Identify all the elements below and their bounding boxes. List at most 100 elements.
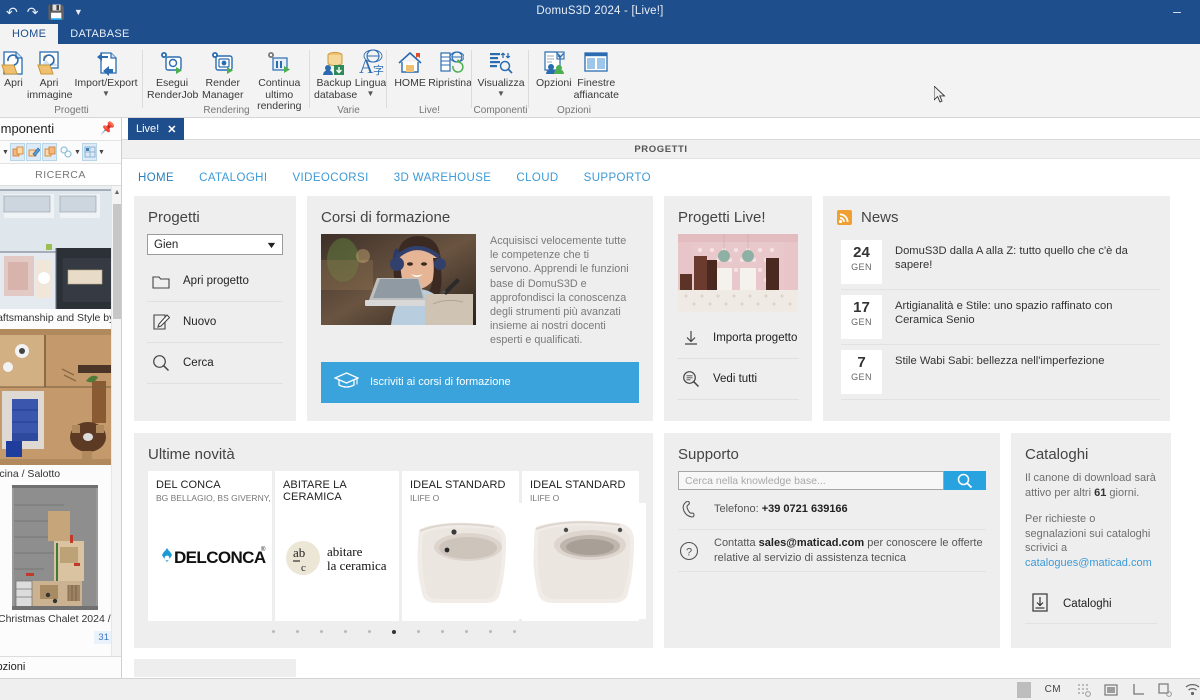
nav-link-cloud[interactable]: CLOUD <box>516 172 558 184</box>
action-nuovo[interactable]: Nuovo <box>147 302 283 343</box>
progetti-actions: Apri progetto Nuovo Cerca <box>147 261 283 384</box>
list-item[interactable]: Christmas Chalet 2024 / Christmas ▼ <box>0 485 121 630</box>
panel-footer-label[interactable]: Opzioni <box>0 661 25 673</box>
news-item[interactable]: 17 GEN Artigianalità e Stile: uno spazio… <box>841 290 1160 345</box>
ribbon-button-visualizza[interactable]: Visualizza ▼ <box>476 46 526 97</box>
news-item[interactable]: 7 GEN Stile Wabi Sabi: bellezza nell'imp… <box>841 345 1160 400</box>
wifi-icon[interactable] <box>1185 683 1200 696</box>
ribbon-button-ripristina[interactable]: Ripristina <box>428 46 472 90</box>
ribbon-button-opzioni[interactable]: Opzioni <box>534 46 574 90</box>
tab-database[interactable]: DATABASE <box>58 24 141 44</box>
dropdown-caret-icon[interactable]: ▼ <box>74 149 81 156</box>
ribbon-button-apri-immagine[interactable]: Apri immagine <box>27 46 73 101</box>
carousel-dot-active[interactable] <box>391 630 396 634</box>
news-month: GEN <box>851 262 872 272</box>
list-item[interactable]: Cucina / Salotto <box>0 329 121 485</box>
ribbon-label: HOME <box>394 77 426 89</box>
panel-scrollbar[interactable]: ▲ ▼ <box>111 186 121 678</box>
product-card[interactable]: ABITARE LA CERAMICA ABC MEDITERRANEA, AE… <box>275 471 399 621</box>
carousel-dot[interactable] <box>488 630 492 633</box>
carousel-dot[interactable] <box>512 630 516 633</box>
snap-grid-icon[interactable] <box>1077 683 1091 697</box>
refresh-component-icon[interactable] <box>58 143 73 161</box>
card-news: News 24 GEN DomuS3D dalla A alla Z: tutt… <box>823 196 1170 421</box>
edit-component-icon[interactable] <box>26 143 41 161</box>
action-apri-progetto[interactable]: Apri progetto <box>147 261 283 302</box>
ribbon-button-home[interactable]: HOME <box>392 46 428 90</box>
contact-text: Per richieste o segnalazioni sui catalog… <box>1025 513 1151 554</box>
components-thumbnail-list: Craftsmanship and Style by Ceramiche <box>0 186 121 678</box>
search-icon <box>151 354 171 372</box>
ribbon-button-continua-rendering[interactable]: Continua ultimo rendering <box>249 46 310 113</box>
product-card[interactable]: IDEAL STANDARD ILIFE O <box>522 471 646 621</box>
ribbon-button-esegui-renderjob[interactable]: Esegui RenderJob <box>147 46 198 101</box>
ortho-icon[interactable] <box>1104 683 1118 697</box>
search-input[interactable] <box>678 471 944 490</box>
axis-icon[interactable] <box>1131 683 1145 697</box>
bidet-photo <box>402 503 526 619</box>
tab-home[interactable]: HOME <box>0 24 59 44</box>
import-export-icon <box>71 48 141 78</box>
duplicate-component-icon[interactable] <box>42 143 57 161</box>
chevron-down-icon[interactable]: ▼ <box>476 89 526 97</box>
cataloghi-email-link[interactable]: catalogues@maticad.com <box>1025 557 1152 569</box>
ribbon-group-progetti: Apri Apri immagine Import/Export ▼ Proge… <box>0 44 143 118</box>
close-icon[interactable]: ✕ <box>167 123 176 136</box>
nav-link-3d-warehouse[interactable]: 3D WAREHOUSE <box>394 172 492 184</box>
dashboard-row-2: Ultime novità DEL CONCA BG BELLAGIO, BS … <box>122 421 1200 648</box>
ribbon-group-label: Progetti <box>54 105 89 116</box>
list-item[interactable]: Craftsmanship and Style by Ceramiche <box>0 186 121 329</box>
chevron-down-icon[interactable]: ▼ <box>354 89 387 97</box>
card-progetti-live: Progetti Live! Importa progetto Vedi tut… <box>664 196 812 421</box>
ribbon-button-finestre-affiancate[interactable]: Finestre affiancate <box>574 46 619 101</box>
carousel-dot[interactable] <box>319 630 323 633</box>
components-search-box[interactable]: RICERCA <box>0 164 121 186</box>
contact-email[interactable]: sales@maticad.com <box>759 537 865 549</box>
ribbon-button-apri[interactable]: Apri <box>0 46 27 90</box>
action-cerca[interactable]: Cerca <box>147 343 283 384</box>
ribbon-button-lingua[interactable]: A 字 Lingua ▼ <box>354 46 387 97</box>
nav-link-supporto[interactable]: SUPPORTO <box>584 172 651 184</box>
tree-view-icon[interactable] <box>82 143 97 161</box>
product-card[interactable]: DEL CONCA BG BELLAGIO, BS GIVERNY, BU...… <box>148 471 272 621</box>
document-tab-live[interactable]: Live! ✕ <box>128 118 185 140</box>
ribbon-group-live: HOME Ripristina Live! <box>387 44 472 118</box>
news-item[interactable]: 24 GEN DomuS3D dalla A alla Z: tutto que… <box>841 235 1160 290</box>
action-label: Apri progetto <box>183 275 249 287</box>
nav-link-cataloghi[interactable]: CATALOGHI <box>199 172 267 184</box>
nav-link-videocorsi[interactable]: VIDEOCORSI <box>292 172 368 184</box>
dropdown-caret-icon[interactable]: ▼ <box>2 149 9 156</box>
floorplan-bathroom-thumb <box>0 186 116 309</box>
object-snap-icon[interactable] <box>1158 682 1172 697</box>
ribbon-group-label: Varie <box>337 105 360 116</box>
dropdown-caret-icon[interactable]: ▼ <box>98 149 105 156</box>
carousel-dot[interactable] <box>464 630 468 633</box>
minimize-button[interactable]: – <box>1164 2 1190 22</box>
ribbon-button-backup-database[interactable]: Backup database <box>314 46 357 101</box>
iscriviti-corsi-button[interactable]: Iscriviti ai corsi di formazione <box>321 361 639 403</box>
carousel-dot[interactable] <box>271 630 275 633</box>
scrollbar-thumb[interactable] <box>113 204 121 319</box>
backup-database-icon <box>314 48 354 78</box>
action-importa-progetto[interactable]: Importa progetto <box>677 318 799 359</box>
ribbon-button-import-export[interactable]: Import/Export ▼ <box>71 46 141 97</box>
components-panel: Componenti 📌 ▼ <box>0 118 122 678</box>
carousel-dot[interactable] <box>295 630 299 633</box>
project-select[interactable]: Gien ▼ <box>147 234 283 255</box>
cataloghi-download-action[interactable]: Cataloghi <box>1025 584 1157 624</box>
dashboard-row-1: Progetti Gien ▼ Apri progetto Nuovo Cerc… <box>122 196 1200 421</box>
unit-label[interactable]: CM <box>1045 684 1061 695</box>
carousel-dot[interactable] <box>367 630 371 633</box>
add-component-icon[interactable] <box>10 143 25 161</box>
product-card[interactable]: IDEAL STANDARD ILIFE O <box>402 471 526 621</box>
chevron-down-icon[interactable]: ▼ <box>71 89 141 97</box>
search-button[interactable] <box>944 471 986 490</box>
carousel-dot[interactable] <box>440 630 444 633</box>
action-vedi-tutti[interactable]: Vedi tutti <box>677 359 799 400</box>
carousel-dot[interactable] <box>343 630 347 633</box>
scroll-up-button[interactable]: ▲ <box>112 186 121 200</box>
ribbon-button-render-manager[interactable]: Render Manager <box>197 46 249 101</box>
pin-icon[interactable]: 📌 <box>100 121 115 135</box>
nav-link-home[interactable]: HOME <box>138 172 174 184</box>
carousel-dot[interactable] <box>416 630 420 633</box>
